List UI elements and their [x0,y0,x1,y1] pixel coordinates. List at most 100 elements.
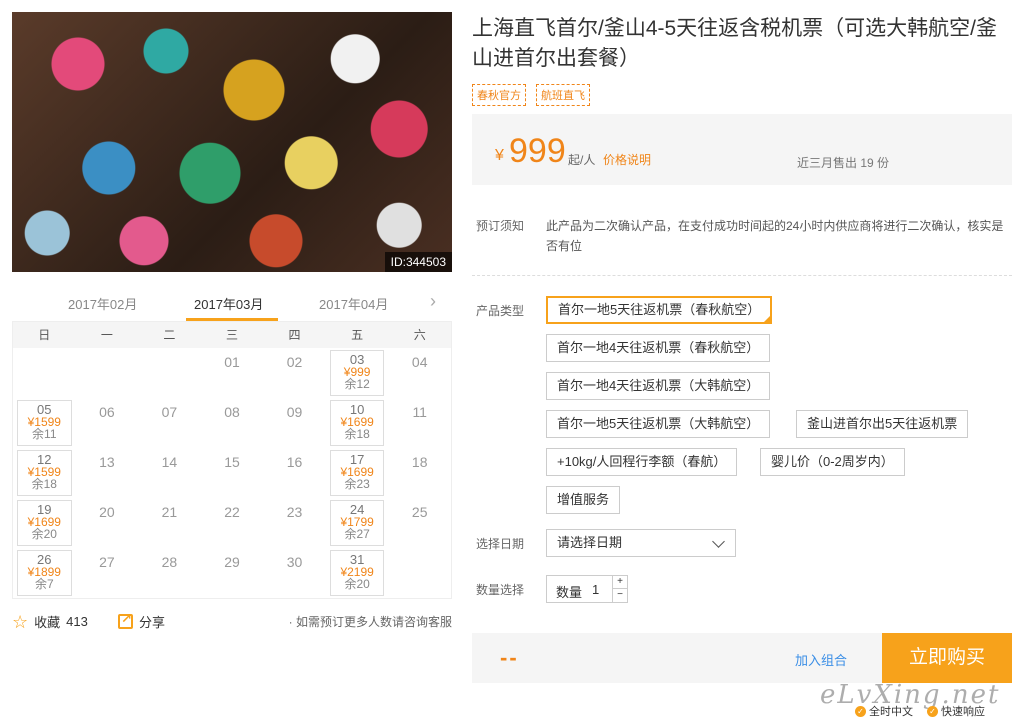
calendar-day-available[interactable]: 26 ¥1899 余7 [17,550,72,596]
option-infant-price[interactable]: 婴儿价（0-2周岁内） [760,448,905,476]
total-price: -- [500,645,519,670]
weekday-label: 六 [413,328,426,342]
price-panel: ¥ 999 起/人 价格说明 近三月售出 19 份 [472,114,1012,185]
favorite-count: 413 [66,614,88,629]
option-seoul-5d-spring[interactable]: 首尔一地5天往返机票（春秋航空） [546,296,773,324]
calendar-day: 25 [411,504,428,520]
date-select[interactable]: 请选择日期 [546,529,736,557]
weekday-label: 五 [351,328,364,342]
price-note-link[interactable]: 价格说明 [603,151,651,168]
weekday-label: 二 [163,328,176,342]
currency-symbol: ¥ [495,147,504,164]
day-stock: 余18 [344,427,370,441]
price-calendar: 日 一 二 三 四 五 六 01 02 03 ¥999 余12 04 05 ¥1599 余11 0… [12,321,452,599]
date-label: 选择日期 [476,537,525,551]
tag-official: 春秋官方 [472,84,526,106]
share-button[interactable]: 分享 [118,611,166,631]
group-booking-note: · 如需预订更多人数请咨询客服 [288,615,452,629]
calendar-month-nav: 2017年02月 2017年03月 2017年04月 › [12,288,452,322]
day-stock: 余27 [344,527,370,541]
calendar-day: 27 [99,554,115,570]
calendar-day: 02 [286,354,303,370]
check-icon: ✓ [927,705,938,717]
calendar-weekday-header: 日 一 二 三 四 五 六 [13,322,451,348]
check-icon: ✓ [855,705,866,717]
day-stock: 余11 [32,427,57,441]
calendar-day: 14 [161,454,178,470]
calendar-day-available[interactable]: 12 ¥1599 余18 [17,450,72,496]
calendar-day: 30 [286,554,303,570]
service-badges: ✓ 全时中文 ✓ 快速响应 [855,703,985,719]
quantity-decrement-button[interactable]: − [612,589,627,602]
quantity-value[interactable]: 1 [592,582,599,597]
favorite-button[interactable]: ☆ 收藏 413 [12,612,88,631]
price-value: 999 [509,132,566,170]
price-unit: 起/人 [568,153,596,167]
quantity-increment-button[interactable]: + [612,576,627,589]
weekday-label: 四 [288,328,301,342]
quantity-label: 数量 [556,585,583,600]
sales-count: 近三月售出 19 份 [797,156,890,170]
calendar-day: 23 [286,504,303,520]
calendar-day: 06 [99,404,115,420]
calendar-day-available[interactable]: 19 ¥1699 余20 [17,500,72,546]
option-seoul-4d-spring[interactable]: 首尔一地4天往返机票（春秋航空） [546,334,771,362]
day-stock: 余7 [34,577,54,591]
quantity-section-label: 数量选择 [476,583,525,597]
day-stock: 余20 [344,577,370,591]
day-stock: 余23 [344,477,370,491]
calendar-day: 07 [161,404,178,420]
month-tab-prev[interactable]: 2017年02月 [68,294,137,313]
option-seoul-5d-korean-air[interactable]: 首尔一地5天往返机票（大韩航空） [546,410,771,438]
calendar-day: 04 [411,354,428,370]
favorite-label: 收藏 [34,615,61,630]
star-icon: ☆ [12,611,29,632]
month-tab-active[interactable]: 2017年03月 [194,294,263,313]
section-divider [472,275,1012,276]
badge-label: 快速响应 [941,706,985,718]
calendar-day: 09 [286,404,303,420]
buy-now-button[interactable]: 立即购买 [882,633,1012,683]
calendar-day: 28 [161,554,178,570]
option-busan-in-seoul-out[interactable]: 釜山进首尔出5天往返机票 [796,410,969,438]
calendar-day-available[interactable]: 05 ¥1599 余11 [17,400,72,446]
calendar-day: 20 [99,504,115,520]
calendar-day-available[interactable]: 24 ¥1799 余27 [329,500,385,546]
calendar-day [388,548,451,598]
image-id-badge: ID:344503 [384,252,452,272]
purchase-bar: -- 加入组合 立即购买 [472,633,1012,683]
calendar-day [13,348,76,398]
chevron-right-icon[interactable]: › [430,291,436,312]
calendar-day: 11 [412,404,427,420]
calendar-day: 13 [99,454,115,470]
chevron-down-icon [712,535,725,548]
calendar-day [138,348,201,398]
calendar-day: 22 [224,504,240,520]
notice-label: 预订须知 [476,219,525,233]
quantity-stepper: 数量 1 + − [546,575,628,603]
day-stock: 余18 [31,477,57,491]
share-label: 分享 [139,615,166,630]
add-to-combo-link[interactable]: 加入组合 [795,650,847,669]
calendar-day: 08 [224,404,240,420]
option-value-added[interactable]: 增值服务 [546,486,621,514]
option-extra-luggage[interactable]: +10kg/人回程行李额（春航） [546,448,738,476]
calendar-day: 29 [224,554,240,570]
day-stock: 余20 [31,527,57,541]
calendar-day-available[interactable]: 17 ¥1699 余23 [329,450,385,496]
calendar-day-available[interactable]: 03 ¥999 余12 [329,350,385,396]
date-select-value: 请选择日期 [557,535,623,550]
weekday-label: 三 [225,328,238,342]
calendar-day: 16 [286,454,303,470]
badge-label: 全时中文 [869,706,913,718]
product-actions: ☆ 收藏 413 分享 · 如需预订更多人数请咨询客服 [12,611,452,632]
option-seoul-4d-korean-air[interactable]: 首尔一地4天往返机票（大韩航空） [546,372,771,400]
month-tab-next[interactable]: 2017年04月 [319,294,388,313]
weekday-label: 一 [100,328,113,342]
calendar-day: 15 [224,454,240,470]
badge-fast-response: ✓ 快速响应 [927,703,985,719]
calendar-day-available[interactable]: 31 ¥2199 余20 [329,550,385,596]
notice-text: 此产品为二次确认产品，在支付成功时间起的24小时内供应商将进行二次确认，核实是否… [546,219,1004,253]
calendar-day-available[interactable]: 10 ¥1699 余18 [329,400,385,446]
product-title: 上海直飞首尔/釜山4-5天往返含税机票（可选大韩航空/釜山进首尔出套餐） [472,17,998,70]
